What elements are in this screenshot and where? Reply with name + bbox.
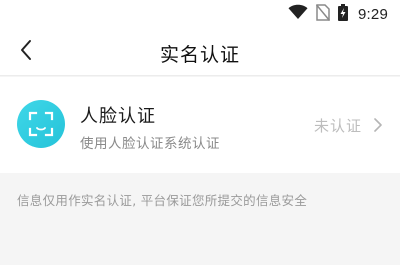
face-scan-icon	[17, 100, 65, 148]
battery-charging-icon	[338, 3, 348, 25]
page-title: 实名认证	[159, 44, 240, 66]
privacy-notice: 信息仅用作实名认证, 平台保证您所提交的信息安全	[17, 193, 308, 208]
status-icons: 9:29	[288, 3, 388, 25]
nav-bar: 实名认证	[0, 28, 400, 76]
no-sim-icon	[315, 3, 331, 25]
item-title: 人脸认证	[80, 106, 156, 127]
item-subtitle: 使用人脸认证系统认证	[80, 136, 220, 152]
status-time: 9:29	[358, 5, 388, 23]
verification-status: 未认证	[313, 117, 362, 135]
face-verification-item[interactable]: 人脸认证 使用人脸认证系统认证 未认证	[0, 77, 400, 173]
status-bar: 9:29	[0, 0, 400, 28]
wifi-icon	[288, 4, 308, 24]
chevron-right-icon	[372, 117, 384, 133]
